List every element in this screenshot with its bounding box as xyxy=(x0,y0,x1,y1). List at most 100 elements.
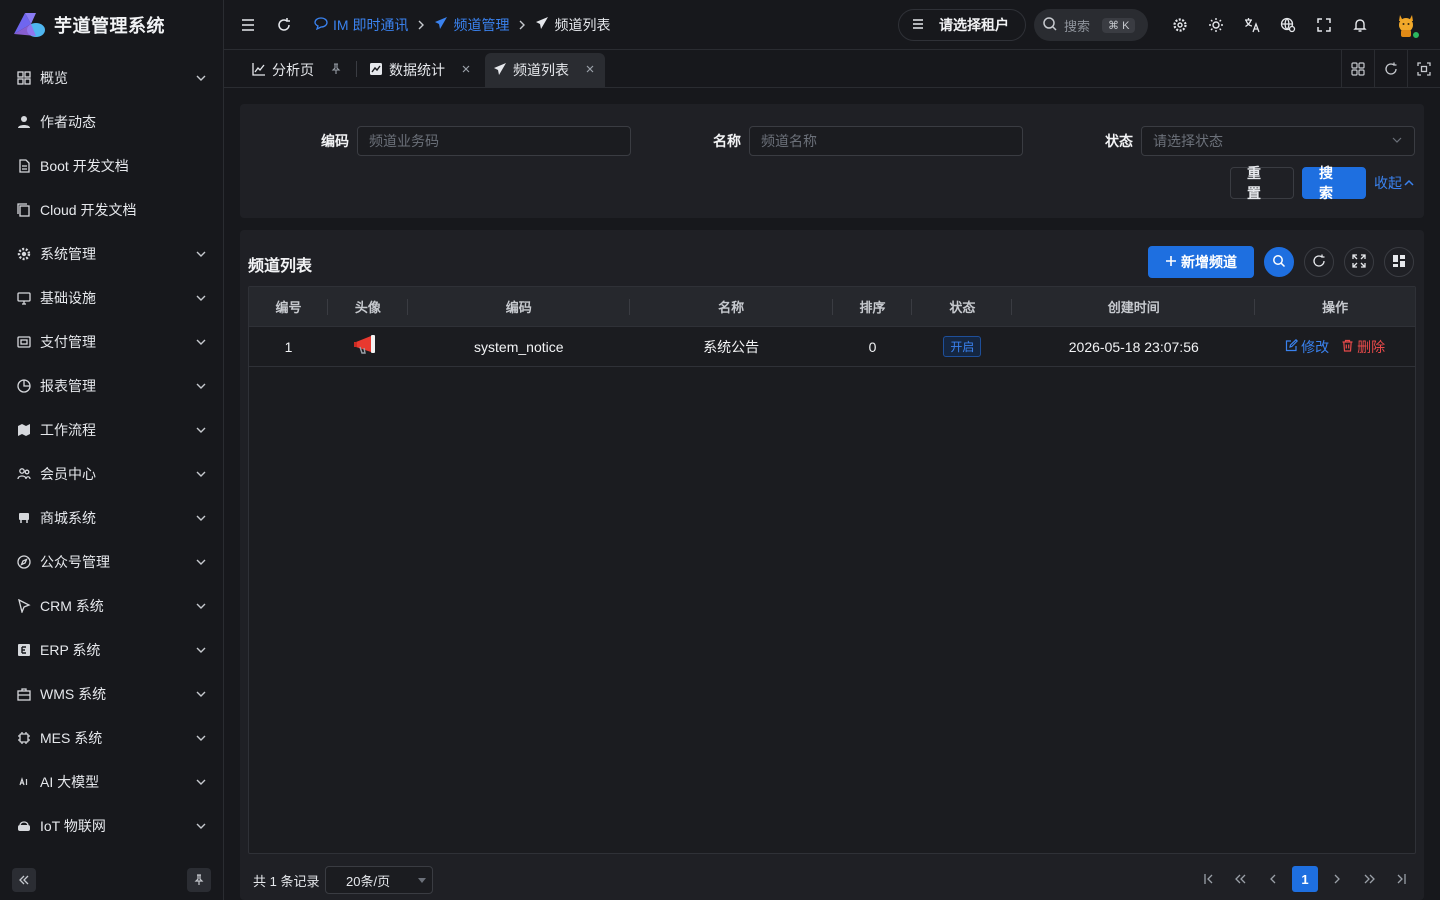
sun-theme-icon[interactable] xyxy=(1198,7,1234,43)
erp-icon xyxy=(16,642,32,658)
ai-icon xyxy=(16,774,32,790)
search-panel: 编码 频道业务码 名称 频道名称 状态 请选择状态 重置 搜索 收起 xyxy=(240,104,1424,218)
bell-icon[interactable] xyxy=(1342,7,1378,43)
chevron-down-icon xyxy=(1391,133,1403,149)
refresh-table-button[interactable] xyxy=(1304,247,1334,277)
breadcrumb-item-channel-mgmt[interactable]: 频道管理 xyxy=(434,15,509,35)
collapse-link[interactable]: 收起 xyxy=(1374,173,1414,193)
sidebar-item-shop[interactable]: 商城系统 xyxy=(0,496,223,540)
expand-icon xyxy=(1352,253,1366,271)
sidebar-item-label: WMS 系统 xyxy=(40,686,107,702)
sidebar-item-payment[interactable]: 支付管理 xyxy=(0,320,223,364)
brand[interactable]: 芋道管理系统 xyxy=(0,0,223,50)
toggle-search-button[interactable] xyxy=(1264,247,1294,277)
breadcrumb-item-im[interactable]: IM 即时通讯 xyxy=(314,15,408,35)
search-icon xyxy=(1042,16,1058,35)
add-channel-button[interactable]: 新增频道 xyxy=(1148,246,1254,278)
fullscreen-icon[interactable] xyxy=(1306,7,1342,43)
prev-page-icon[interactable] xyxy=(1260,866,1286,892)
maximize-icon[interactable] xyxy=(1407,50,1440,88)
search-actions: 重置 搜索 收起 xyxy=(1230,165,1414,201)
search-button[interactable]: 搜索 xyxy=(1302,165,1366,201)
page-size-select[interactable]: 20条/页 xyxy=(325,866,433,894)
sidebar-item-workflow[interactable]: 工作流程 xyxy=(0,408,223,452)
translate-icon[interactable] xyxy=(1234,7,1270,43)
next-page-icon[interactable] xyxy=(1324,866,1350,892)
sidebar-menu: 概览 作者动态 Boot 开发文档 Cloud 开发文档 系统管理 基础设施 支… xyxy=(0,50,223,848)
sidebar-item-system[interactable]: 系统管理 xyxy=(0,232,223,276)
grid-layout-icon[interactable] xyxy=(1341,50,1374,88)
fullscreen-table-button[interactable] xyxy=(1344,247,1374,277)
tab-data-stats[interactable]: 数据统计 xyxy=(361,53,481,87)
online-status-dot xyxy=(1412,31,1420,39)
sidebar-item-erp[interactable]: ERP 系统 xyxy=(0,628,223,672)
delete-label: 删除 xyxy=(1357,338,1386,355)
cell-sort: 0 xyxy=(868,338,877,355)
monitor-icon xyxy=(16,290,32,306)
reload-tab-icon[interactable] xyxy=(1374,50,1407,88)
reset-button[interactable]: 重置 xyxy=(1230,165,1294,201)
sidebar-item-ai[interactable]: AI 大模型 xyxy=(0,760,223,804)
sidebar-item-members[interactable]: 会员中心 xyxy=(0,452,223,496)
chevron-down-icon xyxy=(195,248,207,260)
members-icon xyxy=(16,466,32,482)
sidebar-item-overview[interactable]: 概览 xyxy=(0,56,223,100)
sidebar-item-cloud-docs[interactable]: Cloud 开发文档 xyxy=(0,188,223,232)
status-select[interactable]: 请选择状态 xyxy=(1141,126,1415,156)
app-logo-icon xyxy=(12,10,46,41)
pin-icon[interactable] xyxy=(330,62,342,78)
column-header: 操作 xyxy=(1322,300,1349,315)
sidebar-item-iot[interactable]: IoT 物联网 xyxy=(0,804,223,848)
sidebar-item-boot-docs[interactable]: Boot 开发文档 xyxy=(0,144,223,188)
sidebar-item-infra[interactable]: 基础设施 xyxy=(0,276,223,320)
cell-id: 1 xyxy=(284,338,293,355)
pin-icon[interactable] xyxy=(187,868,211,892)
code-label: 编码 xyxy=(321,133,349,149)
tab-channel-list[interactable]: 频道列表 xyxy=(485,53,605,87)
sidebar-item-wechat[interactable]: 公众号管理 xyxy=(0,540,223,584)
page-number[interactable]: 1 xyxy=(1292,866,1318,892)
edit-button[interactable]: 修改 xyxy=(1285,337,1329,357)
breadcrumb-item-channel-list: 频道列表 xyxy=(535,15,610,35)
cell-avatar[interactable] xyxy=(328,327,408,366)
tenant-select[interactable]: 请选择租户 xyxy=(898,9,1026,41)
menu-toggle-icon[interactable] xyxy=(230,7,266,43)
globe-settings-icon[interactable] xyxy=(1270,7,1306,43)
close-icon[interactable] xyxy=(585,63,595,77)
prev-jump-icon[interactable] xyxy=(1228,866,1254,892)
chevron-down-icon xyxy=(195,292,207,304)
close-icon[interactable] xyxy=(461,63,471,77)
chevron-down-icon xyxy=(195,72,207,84)
edit-icon xyxy=(1285,338,1299,355)
chat-icon xyxy=(314,16,328,33)
chevron-right-icon xyxy=(517,20,527,30)
chevron-down-icon xyxy=(195,820,207,832)
last-page-icon[interactable] xyxy=(1388,866,1414,892)
name-input[interactable]: 频道名称 xyxy=(749,126,1023,156)
shop-icon xyxy=(16,510,32,526)
code-input[interactable]: 频道业务码 xyxy=(357,126,631,156)
column-settings-button[interactable] xyxy=(1384,247,1414,277)
first-page-icon[interactable] xyxy=(1196,866,1222,892)
sidebar-item-label: 支付管理 xyxy=(40,334,96,350)
sidebar-item-label: 基础设施 xyxy=(40,290,96,306)
table-row[interactable]: 1 system_notice 系统公告 0 开启 2026-05-18 23:… xyxy=(249,327,1415,367)
sidebar-item-wms[interactable]: WMS 系统 xyxy=(0,672,223,716)
sidebar-item-reports[interactable]: 报表管理 xyxy=(0,364,223,408)
avatar[interactable] xyxy=(1390,9,1422,41)
global-search[interactable]: 搜索 ⌘ K xyxy=(1034,9,1148,41)
chart-icon xyxy=(252,62,266,79)
settings-gear-icon[interactable] xyxy=(1162,7,1198,43)
delete-button[interactable]: 删除 xyxy=(1341,337,1385,357)
collapse-sidebar-icon[interactable] xyxy=(12,868,36,892)
pagination: 共 1 条记录 20条/页 1 xyxy=(240,866,1424,894)
next-jump-icon[interactable] xyxy=(1356,866,1382,892)
sidebar-item-label: 概览 xyxy=(40,70,68,86)
refresh-icon[interactable] xyxy=(266,7,302,43)
chevron-down-icon xyxy=(195,644,207,656)
tab-analysis[interactable]: 分析页 xyxy=(244,53,352,87)
sidebar-item-author-news[interactable]: 作者动态 xyxy=(0,100,223,144)
sidebar-item-crm[interactable]: CRM 系统 xyxy=(0,584,223,628)
caret-down-icon xyxy=(418,878,426,883)
sidebar-item-mes[interactable]: MES 系统 xyxy=(0,716,223,760)
